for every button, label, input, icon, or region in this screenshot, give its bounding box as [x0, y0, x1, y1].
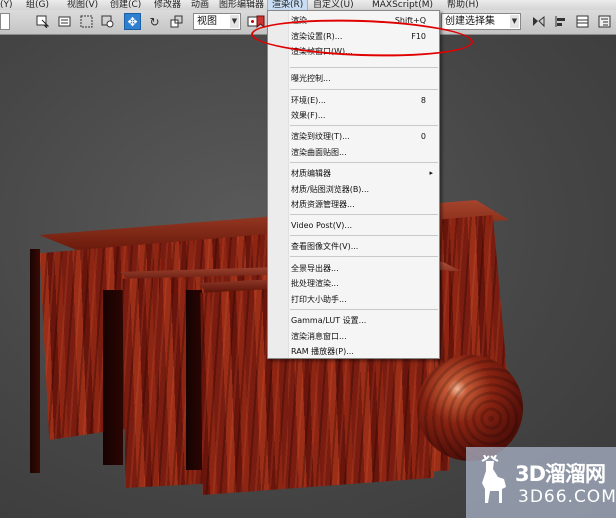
menu-item-label: 曝光控制... [291, 74, 331, 83]
menu-item-material-map-browser[interactable]: 材质/贴图浏览器(B)... [268, 182, 439, 197]
watermark-title: 3D溜溜网 [515, 462, 606, 486]
select-and-move-icon[interactable]: ✥ [124, 13, 141, 30]
named-selection-set-value: 创建选择集 [445, 16, 495, 27]
menu-item-view-image-file[interactable]: 查看图像文件(V)... [268, 239, 439, 254]
menu-item-gamma-lut-setup[interactable]: Gamma/LUT 设置... [268, 313, 439, 328]
menu-item-label: 材质资源管理器... [291, 200, 355, 209]
menu-item-create[interactable]: 创建(C) [110, 0, 141, 10]
menu-separator [290, 235, 438, 236]
menu-item-render-to-texture[interactable]: 渲染到纹理(T)... 0 [268, 129, 439, 144]
menu-item-batch-render[interactable]: 批处理渲染... [268, 276, 439, 291]
named-selection-set-dropdown[interactable]: 创建选择集 ▼ [441, 13, 521, 30]
render-menu-dropdown: 渲染 Shift+Q 渲染设置(R)... F10 渲染帧窗口(W)... 曝光… [267, 10, 440, 359]
deer-icon [481, 455, 506, 503]
menu-item-material-editor[interactable]: 材质编辑器 ▸ [268, 166, 439, 181]
menu-item-shortcut: 0 [420, 132, 426, 141]
menu-item-view[interactable]: 视图(V) [67, 0, 98, 10]
menu-item-label: 渲染曲面贴图... [291, 148, 347, 157]
menu-item-animation[interactable]: 动画 [191, 0, 209, 10]
reference-coordinate-value: 视图 [197, 16, 217, 27]
layer-manager-icon[interactable] [574, 13, 591, 30]
chevron-down-icon: ▼ [510, 15, 519, 28]
menu-item-environment[interactable]: 环境(E)... 8 [268, 93, 439, 108]
menu-separator [290, 67, 438, 68]
select-and-scale-icon[interactable] [168, 13, 185, 30]
wood-sphere-grain [417, 355, 523, 461]
menu-item-label: 查看图像文件(V)... [291, 242, 359, 251]
menu-item-y[interactable]: (Y) [0, 0, 13, 10]
menu-item-label: Gamma/LUT 设置... [291, 316, 367, 325]
menu-item-label: RAM 播放器(P)... [291, 347, 354, 356]
menu-item-label: 批处理渲染... [291, 279, 339, 288]
scene-explorer-icon[interactable] [596, 13, 613, 30]
menu-item-print-size-assistant[interactable]: 打印大小助手... [268, 292, 439, 307]
select-object-icon[interactable] [34, 13, 51, 30]
reference-coordinate-dropdown[interactable]: 视图 ▼ [193, 13, 241, 30]
menu-item-modifiers[interactable]: 修改器 [154, 0, 181, 10]
menu-separator [290, 256, 438, 257]
menu-separator [290, 214, 438, 215]
menu-item-label: 渲染消息窗口... [291, 332, 347, 341]
wood-panel-middle-shadow [103, 290, 123, 465]
align-icon[interactable] [552, 13, 569, 30]
menu-item-panorama-exporter[interactable]: 全景导出器... [268, 261, 439, 276]
menu-item-label: 打印大小助手... [291, 295, 347, 304]
menu-item-rendering[interactable]: 渲染(R) [266, 0, 309, 10]
menu-item-label: 环境(E)... [291, 96, 326, 105]
select-by-name-icon[interactable] [56, 13, 73, 30]
menu-item-group[interactable]: 组(G) [26, 0, 49, 10]
menu-item-material-explorer[interactable]: 材质资源管理器... [268, 197, 439, 212]
submenu-arrow-icon: ▸ [429, 169, 433, 177]
menu-separator [290, 162, 438, 163]
menu-separator [290, 89, 438, 90]
menu-bar: (Y) 组(G) 视图(V) 创建(C) 修改器 动画 图形编辑器 渲染(R) … [0, 0, 616, 10]
selection-filter-dropdown[interactable] [0, 13, 10, 30]
menu-item-render-message-window[interactable]: 渲染消息窗口... [268, 329, 439, 344]
menu-item-ram-player[interactable]: RAM 播放器(P)... [268, 344, 439, 359]
rect-selection-region-icon[interactable] [78, 13, 95, 30]
menu-item-label: 渲染到纹理(T)... [291, 132, 350, 141]
menu-item-label: Video Post(V)... [291, 221, 353, 230]
menu-item-label: 全景导出器... [291, 264, 339, 273]
menu-item-customize[interactable]: 自定义(U) [313, 0, 354, 10]
mirror-icon[interactable] [530, 13, 547, 30]
menu-item-label: 材质编辑器 [291, 169, 331, 178]
menu-separator [290, 125, 438, 126]
menu-item-exposure-control[interactable]: 曝光控制... [268, 71, 439, 86]
menu-item-label: 材质/贴图浏览器(B)... [291, 185, 370, 194]
select-and-rotate-icon[interactable]: ↻ [146, 13, 163, 30]
window-crossing-icon[interactable] [99, 13, 116, 30]
watermark-subtitle: 3D66.COM [518, 487, 616, 507]
menu-item-label: 效果(F)... [291, 111, 326, 120]
menu-item-graph-editors[interactable]: 图形编辑器 [219, 0, 264, 10]
menu-separator [290, 309, 438, 310]
chevron-down-icon: ▼ [230, 15, 239, 28]
wood-panel-back-side [30, 249, 40, 473]
wood-panel-front-shadow [186, 290, 202, 470]
menu-item-maxscript[interactable]: MAXScript(M) [372, 0, 433, 10]
menu-item-video-post[interactable]: Video Post(V)... [268, 218, 439, 233]
menu-item-render-surface-map[interactable]: 渲染曲面贴图... [268, 145, 439, 160]
menu-item-help[interactable]: 帮助(H) [447, 0, 479, 10]
menu-item-shortcut: 8 [420, 96, 426, 105]
menu-item-effects[interactable]: 效果(F)... [268, 108, 439, 123]
